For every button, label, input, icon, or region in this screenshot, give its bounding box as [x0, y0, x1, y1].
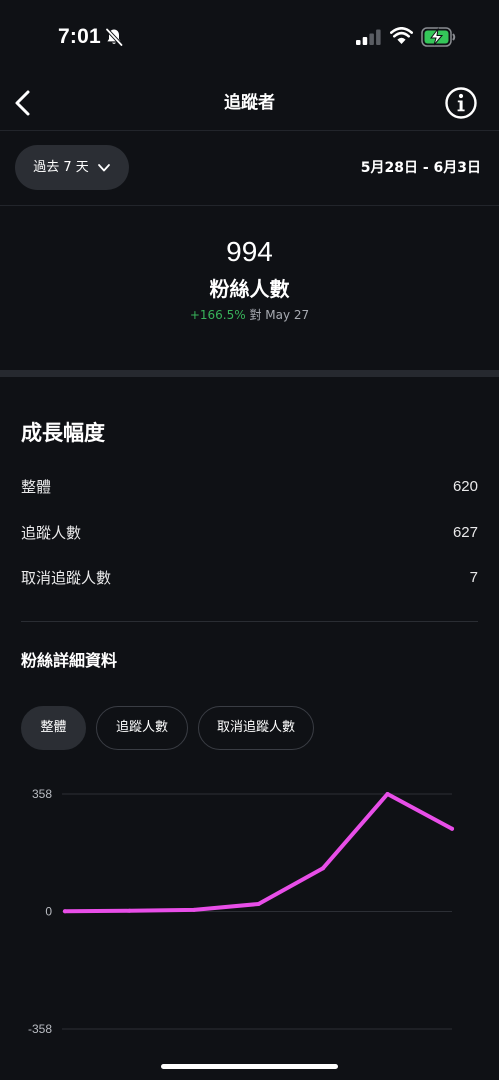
growth-row-value: 620	[452, 478, 478, 495]
page-title: 追蹤者	[224, 93, 275, 113]
tab-label: 整體	[40, 720, 67, 735]
data-point	[192, 907, 196, 912]
info-button[interactable]	[444, 86, 478, 120]
y-tick-label: -358	[28, 1022, 52, 1036]
change-percent: +166.5%	[189, 308, 246, 322]
growth-row-unfollows: 取消追蹤人數 7	[21, 567, 478, 589]
status-time: 7:01	[58, 25, 101, 48]
tab-label: 追蹤人數	[115, 720, 168, 735]
followers-count: 994	[226, 236, 273, 267]
home-indicator	[161, 1064, 338, 1069]
battery-charging-icon	[421, 27, 456, 47]
tab-label: 取消追蹤人數	[216, 720, 295, 735]
followers-label: 粉絲人數	[209, 277, 290, 301]
growth-row-label: 追蹤人數	[21, 524, 82, 542]
change-compare: 對 May 27	[249, 308, 310, 322]
cellular-signal-icon	[356, 29, 381, 45]
tab-unfollows[interactable]: 取消追蹤人數	[198, 706, 314, 750]
tab-overall[interactable]: 整體	[21, 706, 86, 750]
bell-muted-icon	[105, 28, 123, 47]
growth-row-follows: 追蹤人數 627	[21, 522, 478, 544]
growth-row-overall: 整體 620	[21, 476, 478, 498]
filter-divider	[0, 205, 499, 206]
data-point	[256, 902, 261, 906]
growth-row-value: 627	[452, 524, 478, 541]
section-separator	[0, 370, 499, 377]
growth-divider	[21, 621, 478, 622]
date-range-text: 5月28日 - 6月3日	[360, 160, 481, 176]
series-line	[63, 792, 454, 914]
date-range-dropdown-label: 過去 7 天	[33, 159, 89, 175]
data-point	[450, 826, 454, 831]
data-point	[127, 908, 132, 913]
chevron-down-icon	[97, 163, 110, 171]
growth-row-label: 整體	[21, 478, 52, 496]
data-point	[63, 909, 67, 914]
followers-line-chart: 358 0 -358	[28, 787, 454, 1036]
data-point	[385, 792, 390, 796]
y-tick-label: 0	[45, 905, 52, 919]
follower-details-title: 粉絲詳細資料	[21, 651, 118, 670]
data-point	[321, 866, 325, 871]
tab-follows[interactable]: 追蹤人數	[96, 706, 188, 750]
followers-change: +166.5% 對 May 27	[0, 307, 499, 323]
growth-title: 成長幅度	[21, 421, 105, 445]
y-tick-label: 358	[32, 787, 52, 801]
growth-row-value: 7	[469, 569, 478, 586]
wifi-icon	[390, 27, 413, 44]
date-range-dropdown[interactable]: 過去 7 天	[15, 145, 129, 190]
header-divider	[0, 130, 499, 131]
growth-row-label: 取消追蹤人數	[21, 569, 112, 587]
